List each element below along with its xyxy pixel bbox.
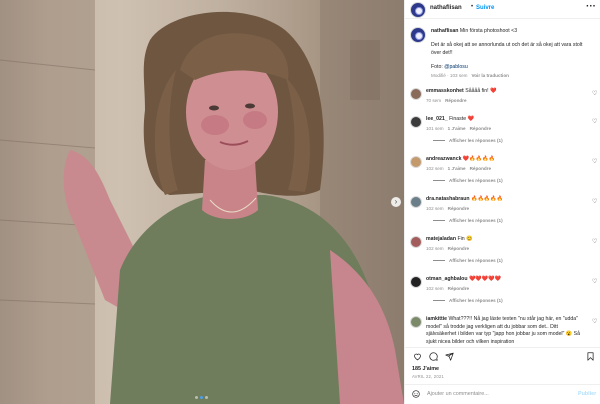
photo-credit-link[interactable]: @pablosu (444, 64, 467, 70)
post-photo[interactable]: › (0, 0, 404, 404)
share-icon[interactable] (445, 352, 454, 361)
view-replies-button[interactable]: Afficher les réponses (1) (433, 218, 503, 223)
heart-icon[interactable]: ♡ (592, 90, 597, 97)
comment-text: 🔥🔥🔥🔥🔥 (470, 196, 504, 202)
comments-list: emmasskonhet Såååå fin! ❤️ 70 sem Répondr… (405, 84, 600, 346)
heart-icon[interactable]: ♡ (592, 118, 597, 125)
comment-time: 102 sem (426, 285, 444, 291)
comment-username[interactable]: andreazwanck (426, 156, 461, 162)
comment-time: 102 sem (426, 245, 444, 251)
separator-dot: • (471, 4, 474, 10)
comment-time: 102 sem (426, 205, 444, 211)
reply-button[interactable]: Répondre (445, 98, 466, 103)
emoji-icon[interactable] (412, 390, 420, 398)
photo-credit-prefix: Foto: (431, 64, 445, 70)
comment-username[interactable]: iamkittie (426, 316, 447, 322)
carousel-dot-active (200, 396, 203, 399)
avatar[interactable] (410, 156, 422, 168)
comment-username[interactable]: otman_aghbalou (426, 276, 468, 282)
avatar[interactable] (410, 276, 422, 288)
comment-likes[interactable]: 1 J'aime (448, 126, 466, 131)
comment-time: 70 sem (426, 97, 442, 103)
avatar[interactable] (410, 116, 422, 128)
heart-icon[interactable]: ♡ (592, 238, 597, 245)
heart-icon[interactable]: ♡ (592, 318, 597, 325)
view-replies-button[interactable]: Afficher les réponses (1) (433, 138, 503, 143)
reply-button[interactable]: Répondre (448, 246, 469, 251)
comment-text: Fin 😊 (457, 236, 473, 242)
post-actions (405, 347, 600, 362)
comment-time: 101 sem (426, 125, 444, 131)
carousel-indicator (195, 396, 208, 399)
add-comment-bar: Publier (405, 384, 600, 404)
view-replies-button[interactable]: Afficher les réponses (1) (433, 178, 503, 183)
caption-username[interactable]: nathaflisan (431, 28, 458, 34)
carousel-dot (195, 396, 198, 399)
reply-button[interactable]: Répondre (448, 286, 469, 291)
avatar[interactable] (410, 27, 426, 43)
heart-icon[interactable]: ♡ (592, 278, 597, 285)
avatar[interactable] (410, 196, 422, 208)
avatar[interactable] (410, 88, 422, 100)
avatar[interactable] (410, 316, 422, 328)
comment-time: 102 sem (426, 165, 444, 171)
post-header: nathaflisan • Suivre ··· (405, 0, 600, 19)
comment-username[interactable]: dra.natashabraun (426, 196, 470, 202)
post-details-panel: nathaflisan • Suivre ··· nathaflisan Min… (404, 0, 600, 404)
comment-input[interactable] (427, 389, 567, 399)
more-horizontal-icon[interactable]: ··· (586, 1, 596, 12)
caption-line1: Min första photoshoot <3 (459, 28, 518, 34)
post-comment-button[interactable]: Publier (578, 391, 596, 397)
comment-username[interactable]: lee_021_ (426, 116, 448, 122)
heart-icon[interactable]: ♡ (592, 158, 597, 165)
chevron-right-icon[interactable]: › (391, 197, 401, 207)
reply-button[interactable]: Répondre (470, 126, 491, 131)
comment-text: Såååå fin! ❤️ (465, 88, 497, 94)
reply-button[interactable]: Répondre (470, 166, 491, 171)
likes-count[interactable]: 185 J'aime (412, 366, 439, 372)
view-replies-button[interactable]: Afficher les réponses (1) (433, 298, 503, 303)
portrait-image (0, 0, 404, 404)
follow-button[interactable]: Suivre (476, 5, 494, 11)
reply-button[interactable]: Répondre (448, 206, 469, 211)
bookmark-icon[interactable] (586, 352, 595, 361)
carousel-dot (205, 396, 208, 399)
post-date: AVRIL 22, 2021 (412, 374, 444, 379)
comment-likes[interactable]: 1 J'aime (448, 166, 466, 171)
avatar[interactable] (410, 236, 422, 248)
view-replies-button[interactable]: Afficher les réponses (1) (433, 258, 503, 263)
avatar[interactable] (410, 2, 426, 18)
edited-label: Modifié · 103 sem (431, 73, 468, 78)
comment-text: What???!! Nå jag läste texten "nu står j… (426, 316, 581, 345)
comment-text: ❤️❤️❤️❤️❤️ (468, 276, 502, 282)
heart-icon[interactable] (413, 352, 422, 361)
heart-icon[interactable]: ♡ (592, 198, 597, 205)
see-translation-button[interactable]: Voir la traduction (472, 73, 509, 78)
comment-username[interactable]: emmasskonhet (426, 88, 464, 94)
comment-icon[interactable] (429, 352, 438, 361)
comment-text: ❤️🔥🔥🔥🔥 (462, 156, 496, 162)
caption-line2: Det är så okej att se annorlunda ut och … (431, 42, 583, 56)
comment-username[interactable]: matejaladan (426, 236, 456, 242)
comment-text: Finaste ❤️ (449, 116, 475, 122)
author-username[interactable]: nathaflisan (430, 5, 462, 11)
